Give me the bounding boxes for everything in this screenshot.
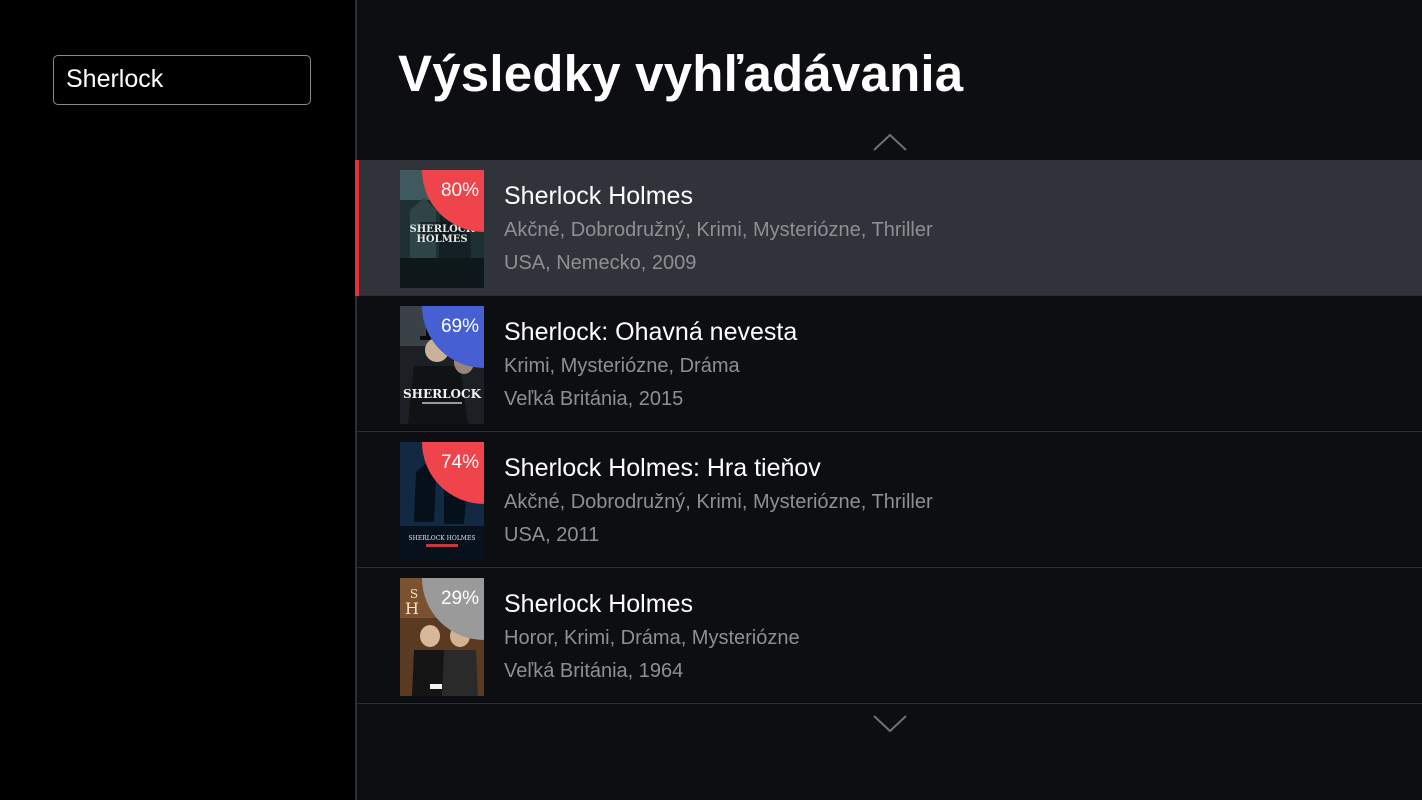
poster-image: SHERLOCK HOLMES 80%: [400, 170, 484, 288]
result-item[interactable]: SHERLOCK HOLMES 80% Sherlock Holmes Akčn…: [355, 160, 1422, 296]
result-genres: Krimi, Mysteriózne, Dráma: [504, 355, 740, 377]
result-title: Sherlock Holmes: [504, 590, 693, 618]
poster-text: H: [405, 599, 419, 618]
result-meta: Veľká Británia, 2015: [504, 388, 684, 410]
result-meta: USA, Nemecko, 2009: [504, 252, 697, 274]
page-title: Výsledky vyhľadávania: [398, 45, 964, 102]
result-info: Sherlock Holmes: Hra tieňov Akčné, Dobro…: [504, 452, 933, 551]
result-meta: USA, 2011: [504, 524, 600, 546]
poster-image: SHERLOCK HOLMES 74%: [400, 442, 484, 560]
scroll-down-chevron-icon[interactable]: [870, 712, 910, 736]
scroll-up-chevron-icon[interactable]: [870, 130, 910, 154]
result-title: Sherlock: Ohavná nevesta: [504, 318, 798, 346]
poster-image: S H 29%: [400, 578, 484, 696]
result-genres: Akčné, Dobrodružný, Krimi, Mysteriózne, …: [504, 491, 933, 513]
result-item[interactable]: SHERLOCK 69% Sherlock: Ohavná nevesta Kr…: [357, 296, 1422, 432]
main-panel: Výsledky vyhľadávania SHERLOCK HOLMES 80…: [355, 0, 1422, 800]
result-genres: Akčné, Dobrodružný, Krimi, Mysteriózne, …: [504, 219, 933, 241]
result-title: Sherlock Holmes: Hra tieňov: [504, 454, 821, 482]
result-item[interactable]: S H 29% Sherlock Holmes Horor, Krimi, Dr…: [357, 568, 1422, 704]
sidebar: Sherlock: [0, 0, 355, 800]
poster-image: SHERLOCK 69%: [400, 306, 484, 424]
poster-text: SHERLOCK HOLMES: [409, 535, 476, 542]
result-info: Sherlock Holmes Akčné, Dobrodružný, Krim…: [504, 180, 933, 279]
poster-text: SHERLOCK: [403, 387, 482, 401]
result-item[interactable]: SHERLOCK HOLMES 74% Sherlock Holmes: Hra…: [357, 432, 1422, 568]
result-info: Sherlock: Ohavná nevesta Krimi, Mysterió…: [504, 316, 797, 415]
result-meta: Veľká Británia, 1964: [504, 660, 684, 682]
poster-text: HOLMES: [416, 234, 467, 245]
result-info: Sherlock Holmes Horor, Krimi, Dráma, Mys…: [504, 588, 800, 687]
result-title: Sherlock Holmes: [504, 182, 693, 210]
search-input[interactable]: Sherlock: [53, 55, 311, 105]
results-list: SHERLOCK HOLMES 80% Sherlock Holmes Akčn…: [355, 160, 1422, 704]
result-genres: Horor, Krimi, Dráma, Mysteriózne: [504, 627, 800, 649]
app-root: Sherlock Výsledky vyhľadávania SHERLOCK …: [0, 0, 1422, 800]
